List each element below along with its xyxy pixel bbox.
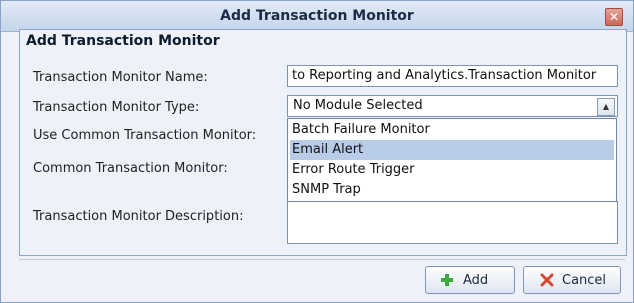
dropdown-option-email-alert[interactable]: Email Alert [290, 140, 614, 160]
dropdown-option-error-route-trigger[interactable]: Error Route Trigger [290, 160, 614, 180]
window-title: Add Transaction Monitor [220, 8, 414, 24]
add-button[interactable]: Add [425, 266, 515, 294]
chevron-up-icon[interactable]: ▲ [597, 98, 615, 116]
dialog-window: Add Transaction Monitor ✕ Add Transactio… [0, 0, 634, 303]
x-icon [540, 273, 554, 287]
title-bar[interactable]: Add Transaction Monitor ✕ [1, 1, 633, 32]
plus-icon [441, 274, 453, 286]
transaction-monitor-description-label: Transaction Monitor Description: [33, 209, 244, 224]
cancel-button-label: Cancel [562, 273, 607, 288]
dropdown-option-batch-failure-monitor[interactable]: Batch Failure Monitor [290, 120, 614, 140]
type-dropdown-list[interactable]: Batch Failure Monitor Email Alert Error … [287, 118, 617, 202]
transaction-monitor-name-field[interactable]: to Reporting and Analytics.Transaction M… [287, 65, 618, 87]
common-transaction-monitor-label: Common Transaction Monitor: [33, 161, 228, 176]
dropdown-option-snmp-trap[interactable]: SNMP Trap [290, 180, 614, 200]
cancel-button[interactable]: Cancel [523, 266, 621, 294]
close-icon[interactable]: ✕ [605, 8, 623, 26]
transaction-monitor-name-label: Transaction Monitor Name: [33, 70, 208, 85]
footer-divider [19, 259, 625, 260]
transaction-monitor-type-select[interactable]: No Module Selected ▲ [287, 95, 618, 117]
transaction-monitor-type-label: Transaction Monitor Type: [33, 100, 200, 115]
type-selected-value: No Module Selected [293, 98, 423, 113]
use-common-transaction-monitor-label: Use Common Transaction Monitor: [33, 128, 257, 143]
panel-title: Add Transaction Monitor [26, 33, 220, 49]
transaction-monitor-description-field[interactable] [287, 201, 618, 244]
add-button-label: Add [463, 273, 489, 288]
